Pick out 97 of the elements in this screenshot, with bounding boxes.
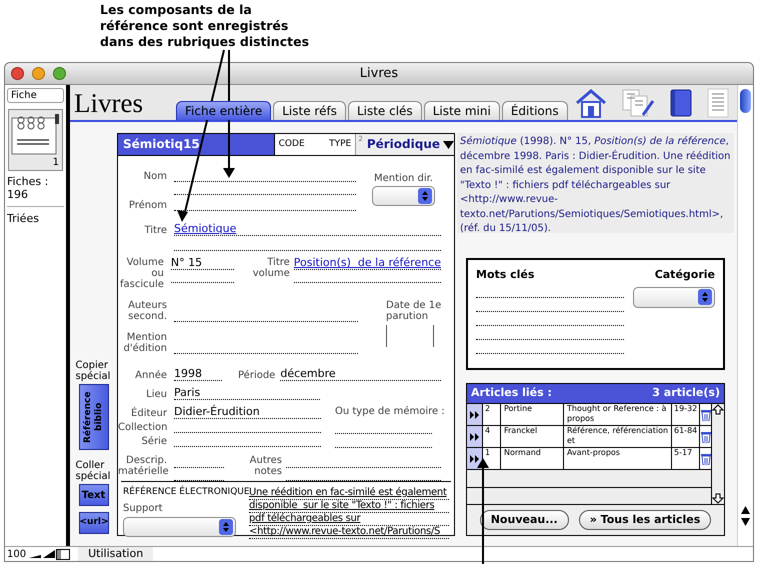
- field-label: Titre volume: [252, 257, 291, 281]
- stepper-icon: [698, 289, 712, 305]
- field-label: Série: [140, 436, 168, 447]
- dropdown[interactable]: [123, 517, 236, 537]
- fiches-label: Fiches :: [7, 175, 50, 188]
- field-label: Période: [238, 370, 276, 381]
- document-icon[interactable]: [707, 88, 729, 118]
- article-title: Avant-propos: [564, 448, 672, 469]
- tab[interactable]: Fiche entière: [176, 101, 272, 120]
- window-scrollbar[interactable]: [737, 85, 753, 546]
- tab[interactable]: Liste mini: [424, 101, 500, 120]
- article-pages: 5-17: [672, 448, 700, 469]
- type-label: TYPE: [329, 138, 352, 151]
- text-field[interactable]: Sémiotique: [174, 223, 441, 236]
- window-title: Livres: [360, 64, 398, 83]
- articles-count: 3 article(s): [652, 385, 720, 402]
- articles-title: Articles liés :: [471, 385, 552, 402]
- url-button[interactable]: <url>: [78, 512, 108, 534]
- fiches-count: 196: [7, 188, 29, 201]
- support-label: Support: [123, 503, 164, 514]
- category-label: Catégorie: [654, 267, 715, 283]
- field-label: Ou type de mémoire :: [335, 406, 445, 417]
- double-chevron-icon: [470, 432, 480, 440]
- dropdown[interactable]: [372, 186, 435, 206]
- tab[interactable]: Liste clés: [348, 101, 422, 120]
- article-number: 4: [483, 426, 501, 447]
- record-code: Sémiotiq15: [118, 134, 275, 155]
- electronic-heading: RÉFÉRENCE ÉLECTRONIQUE: [123, 487, 249, 498]
- field-label: Auteurs second.: [127, 300, 168, 322]
- text-field[interactable]: N° 15: [170, 257, 234, 270]
- date-field[interactable]: [386, 325, 434, 347]
- copy-label: Copier spécial: [76, 360, 112, 382]
- scroll-thumb[interactable]: [740, 89, 751, 113]
- keywords-heading: Mots clés: [476, 267, 536, 283]
- text-field[interactable]: Didier-Érudition: [174, 406, 321, 419]
- layout-title: Livres: [73, 88, 144, 118]
- close-button[interactable]: [11, 67, 24, 80]
- field-label: Mention d'édition: [122, 332, 168, 354]
- layout-menu[interactable]: Fiche: [7, 88, 64, 103]
- text-field[interactable]: décembre: [280, 368, 441, 381]
- electronic-text-field[interactable]: Une réédition en fac-similé est également disponible sur le site "Texto !" : fichiers pdf téléchargeables sur <http://www.revue-texto.net/Parutions/S: [249, 487, 449, 539]
- text-field[interactable]: Paris: [174, 387, 320, 400]
- dropdown[interactable]: [633, 286, 715, 308]
- field-label: Collection: [118, 422, 168, 433]
- minimize-button[interactable]: [32, 67, 45, 80]
- article-pages: 19-32: [672, 404, 700, 425]
- annotation-text: Les composants de la référence sont enregistrés dans des rubriques distinctes: [100, 2, 310, 50]
- text-field[interactable]: Position(s) de la référence: [294, 257, 441, 270]
- stepper-icon: [418, 188, 432, 204]
- open-article-button[interactable]: [467, 448, 483, 469]
- field-label: Éditeur: [130, 408, 168, 419]
- field-label: Date de 1e parution: [386, 300, 442, 322]
- field-label: Nom: [142, 171, 168, 182]
- book-icon[interactable]: [669, 88, 693, 118]
- mode-label: Utilisation: [78, 547, 154, 561]
- sort-status: Triées: [7, 212, 40, 225]
- house-icon[interactable]: [575, 88, 607, 118]
- article-author: Franckel: [501, 426, 564, 447]
- ring-binder-icon: [11, 112, 61, 156]
- tab[interactable]: Éditions: [502, 101, 568, 120]
- stepper-icon: [219, 519, 233, 535]
- text-button[interactable]: Text: [78, 484, 108, 506]
- zoom-in-icon[interactable]: [42, 549, 56, 559]
- article-pages: 61-84: [672, 426, 700, 447]
- field-label: Titre: [143, 225, 168, 236]
- layout-toggle-icon[interactable]: [56, 548, 70, 560]
- field-label: Année: [134, 370, 168, 381]
- notes-pencil-icon[interactable]: [621, 88, 655, 118]
- field-label: Autres notes: [248, 455, 283, 479]
- article-title: Référence, référenciation et: [564, 426, 672, 447]
- article-button[interactable]: » Tous les articles: [578, 510, 712, 530]
- field-label: Prénom: [128, 200, 168, 211]
- zoom-button[interactable]: [53, 67, 66, 80]
- open-article-button[interactable]: [467, 404, 483, 425]
- article-button[interactable]: Nouveau...: [480, 510, 569, 530]
- record-number: 1: [52, 156, 59, 170]
- field-label: Lieu: [145, 389, 168, 400]
- code-label: CODE: [278, 138, 306, 151]
- field-label: Descrip. matérielle: [118, 455, 170, 479]
- article-title: Thought or Reference : à propos: [564, 404, 672, 425]
- up-arrow-icon[interactable]: [741, 506, 750, 514]
- article-number: 2: [483, 404, 501, 425]
- down-arrow-icon[interactable]: [741, 518, 750, 526]
- paste-label: Coller spécial: [76, 460, 112, 482]
- double-chevron-icon: [470, 410, 480, 418]
- field-label: Volume ou fascicule: [118, 257, 165, 290]
- zoom-level: 100: [6, 548, 28, 562]
- reference-button[interactable]: Référence biblio: [78, 384, 108, 450]
- article-author: Normand: [501, 448, 564, 469]
- list-scrollbar[interactable]: [711, 404, 724, 504]
- tab[interactable]: Liste réfs: [273, 101, 346, 120]
- article-author: Portine: [501, 404, 564, 425]
- field-label: Mention dir.: [374, 173, 433, 184]
- double-chevron-icon: [470, 454, 480, 462]
- open-article-button[interactable]: [467, 426, 483, 447]
- text-field[interactable]: 1998: [174, 368, 222, 381]
- citation-text: Sémiotique (1998). N° 15, Position(s) de la référence, décembre 1998. Paris : Didier-Érudition. Une réédition en fac-similé est également disponible sur le site "Texto !" : fichiers pdf téléchargeables sur <http://www.revue-texto.net/Parutions/Semiotiques/Semiotiques.html>, (réf. du 15/11/05).: [457, 133, 734, 233]
